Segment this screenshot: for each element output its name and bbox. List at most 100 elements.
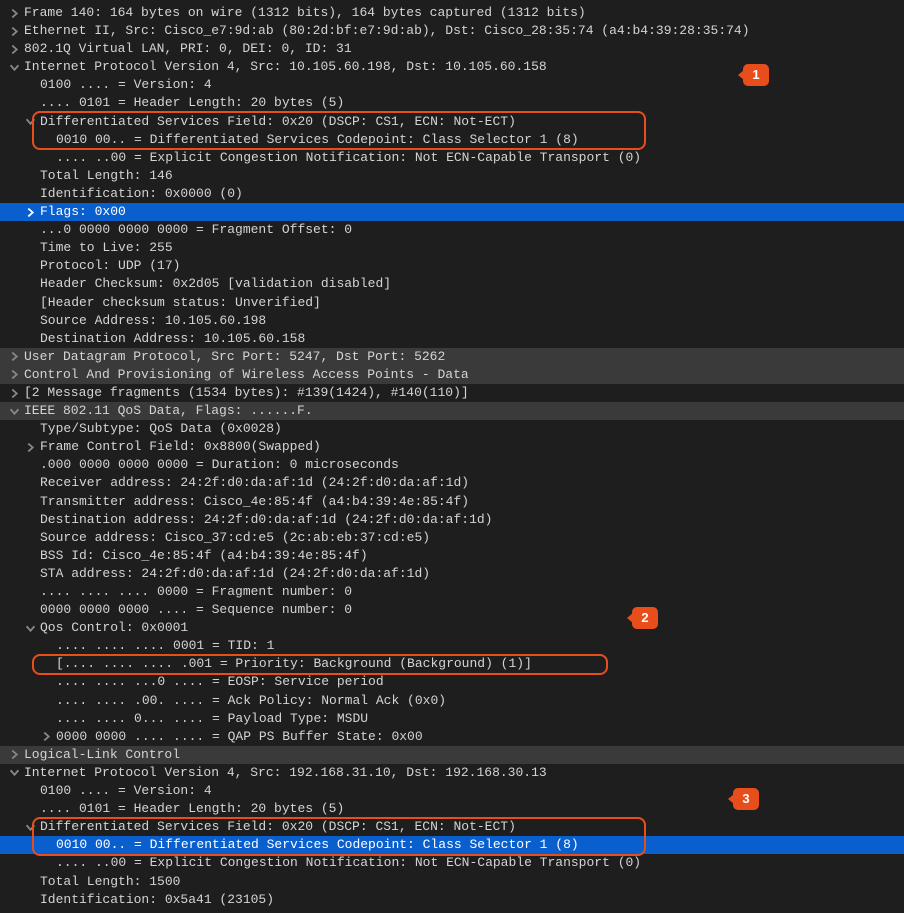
tree-row[interactable]: Frame Control Field: 0x8800(Swapped) — [0, 438, 904, 456]
tree-row[interactable]: Total Length: 1500 — [0, 873, 904, 891]
tree-row-text: Internet Protocol Version 4, Src: 10.105… — [24, 58, 547, 76]
tree-row-text: Transmitter address: Cisco_4e:85:4f (a4:… — [40, 493, 469, 511]
tree-row-text: 0100 .... = Version: 4 — [40, 76, 212, 94]
tree-row[interactable]: 0000 0000 .... .... = QAP PS Buffer Stat… — [0, 728, 904, 746]
tree-row[interactable]: .... ..00 = Explicit Congestion Notifica… — [0, 854, 904, 872]
tree-row[interactable]: Frame 140: 164 bytes on wire (1312 bits)… — [0, 4, 904, 22]
chevron-right-icon[interactable] — [40, 732, 52, 741]
chevron-right-icon[interactable] — [8, 27, 20, 36]
tree-row-text: [.... .... .... .001 = Priority: Backgro… — [56, 655, 532, 673]
tree-row-text: .... .... .00. .... = Ack Policy: Normal… — [56, 692, 446, 710]
tree-row[interactable]: Differentiated Services Field: 0x20 (DSC… — [0, 113, 904, 131]
tree-row-text: Header Checksum: 0x2d05 [validation disa… — [40, 275, 391, 293]
tree-row[interactable]: Receiver address: 24:2f:d0:da:af:1d (24:… — [0, 474, 904, 492]
tree-row[interactable]: .... .... .... 0000 = Fragment number: 0 — [0, 583, 904, 601]
tree-row[interactable]: STA address: 24:2f:d0:da:af:1d (24:2f:d0… — [0, 565, 904, 583]
tree-row-text: Differentiated Services Field: 0x20 (DSC… — [40, 818, 516, 836]
annotation-badge: 1 — [743, 64, 769, 86]
tree-row-text: Control And Provisioning of Wireless Acc… — [24, 366, 469, 384]
tree-row[interactable]: Total Length: 146 — [0, 167, 904, 185]
tree-row-text: Differentiated Services Field: 0x20 (DSC… — [40, 113, 516, 131]
tree-row[interactable]: [Header checksum status: Unverified] — [0, 294, 904, 312]
tree-row[interactable]: Identification: 0x0000 (0) — [0, 185, 904, 203]
chevron-right-icon[interactable] — [8, 352, 20, 361]
tree-row[interactable]: 0010 00.. = Differentiated Services Code… — [0, 836, 904, 854]
tree-row[interactable]: Control And Provisioning of Wireless Acc… — [0, 366, 904, 384]
tree-row[interactable]: .... ..00 = Explicit Congestion Notifica… — [0, 149, 904, 167]
chevron-down-icon[interactable] — [24, 624, 36, 633]
tree-row[interactable]: .000 0000 0000 0000 = Duration: 0 micros… — [0, 456, 904, 474]
tree-row[interactable]: Flags: 0x00 — [0, 203, 904, 221]
tree-row-text: ...0 0000 0000 0000 = Fragment Offset: 0 — [40, 221, 352, 239]
chevron-down-icon[interactable] — [24, 823, 36, 832]
tree-row-text: STA address: 24:2f:d0:da:af:1d (24:2f:d0… — [40, 565, 430, 583]
tree-row-text: Identification: 0x0000 (0) — [40, 185, 243, 203]
tree-row[interactable]: Source Address: 10.105.60.198 — [0, 312, 904, 330]
chevron-down-icon[interactable] — [8, 63, 20, 72]
tree-row[interactable]: 0010 00.. = Differentiated Services Code… — [0, 131, 904, 149]
chevron-right-icon[interactable] — [8, 389, 20, 398]
tree-row-text: Total Length: 1500 — [40, 873, 180, 891]
tree-row-text: 0000 0000 0000 .... = Sequence number: 0 — [40, 601, 352, 619]
tree-row-text: Qos Control: 0x0001 — [40, 619, 188, 637]
tree-row[interactable]: User Datagram Protocol, Src Port: 5247, … — [0, 348, 904, 366]
tree-row-text: Ethernet II, Src: Cisco_e7:9d:ab (80:2d:… — [24, 22, 750, 40]
tree-row[interactable]: .... 0101 = Header Length: 20 bytes (5) — [0, 800, 904, 818]
chevron-right-icon[interactable] — [24, 208, 36, 217]
tree-row[interactable]: Qos Control: 0x0001 — [0, 619, 904, 637]
tree-row[interactable]: .... .... .00. .... = Ack Policy: Normal… — [0, 692, 904, 710]
chevron-down-icon[interactable] — [8, 768, 20, 777]
tree-row[interactable]: IEEE 802.11 QoS Data, Flags: ......F. — [0, 402, 904, 420]
tree-row-text: Destination Address: 10.105.60.158 — [40, 330, 305, 348]
tree-row-text: 0010 00.. = Differentiated Services Code… — [56, 836, 579, 854]
tree-row[interactable]: ...0 0000 0000 0000 = Fragment Offset: 0 — [0, 221, 904, 239]
tree-row[interactable]: [.... .... .... .001 = Priority: Backgro… — [0, 655, 904, 673]
tree-row[interactable]: Time to Live: 255 — [0, 239, 904, 257]
chevron-right-icon[interactable] — [8, 9, 20, 18]
tree-row[interactable]: Internet Protocol Version 4, Src: 192.16… — [0, 764, 904, 782]
tree-row-text: .... .... .... 0000 = Fragment number: 0 — [40, 583, 352, 601]
packet-tree[interactable]: Frame 140: 164 bytes on wire (1312 bits)… — [0, 0, 904, 913]
tree-row[interactable]: Protocol: UDP (17) — [0, 257, 904, 275]
tree-row-text: Logical-Link Control — [24, 746, 180, 764]
chevron-down-icon[interactable] — [24, 117, 36, 126]
tree-row[interactable]: Transmitter address: Cisco_4e:85:4f (a4:… — [0, 493, 904, 511]
tree-row[interactable]: Type/Subtype: QoS Data (0x0028) — [0, 420, 904, 438]
chevron-right-icon[interactable] — [24, 443, 36, 452]
tree-row-text: Source Address: 10.105.60.198 — [40, 312, 266, 330]
tree-row-text: .... .... .... 0001 = TID: 1 — [56, 637, 274, 655]
tree-row-text: Frame 140: 164 bytes on wire (1312 bits)… — [24, 4, 586, 22]
tree-row[interactable]: 802.1Q Virtual LAN, PRI: 0, DEI: 0, ID: … — [0, 40, 904, 58]
tree-row[interactable]: Destination address: 24:2f:d0:da:af:1d (… — [0, 511, 904, 529]
annotation-badge: 2 — [632, 607, 658, 629]
tree-row[interactable]: Source address: Cisco_37:cd:e5 (2c:ab:eb… — [0, 529, 904, 547]
annotation-badge: 3 — [733, 788, 759, 810]
tree-row-text: Internet Protocol Version 4, Src: 192.16… — [24, 764, 547, 782]
tree-row[interactable]: Destination Address: 10.105.60.158 — [0, 330, 904, 348]
tree-row-text: Flags: 0x00 — [40, 203, 126, 221]
tree-row[interactable]: .... .... 0... .... = Payload Type: MSDU — [0, 710, 904, 728]
tree-row[interactable]: 0000 0000 0000 .... = Sequence number: 0 — [0, 601, 904, 619]
tree-row-text: .000 0000 0000 0000 = Duration: 0 micros… — [40, 456, 399, 474]
tree-row-text: Destination address: 24:2f:d0:da:af:1d (… — [40, 511, 492, 529]
tree-row-text: Protocol: UDP (17) — [40, 257, 180, 275]
chevron-right-icon[interactable] — [8, 750, 20, 759]
chevron-right-icon[interactable] — [8, 370, 20, 379]
tree-row[interactable]: [2 Message fragments (1534 bytes): #139(… — [0, 384, 904, 402]
tree-row[interactable]: BSS Id: Cisco_4e:85:4f (a4:b4:39:4e:85:4… — [0, 547, 904, 565]
tree-row-text: [Header checksum status: Unverified] — [40, 294, 321, 312]
tree-row[interactable]: Identification: 0x5a41 (23105) — [0, 891, 904, 909]
tree-row[interactable]: Ethernet II, Src: Cisco_e7:9d:ab (80:2d:… — [0, 22, 904, 40]
tree-row-text: Type/Subtype: QoS Data (0x0028) — [40, 420, 282, 438]
tree-row[interactable]: .... .... .... 0001 = TID: 1 — [0, 637, 904, 655]
tree-row[interactable]: .... 0101 = Header Length: 20 bytes (5) — [0, 94, 904, 112]
tree-row[interactable]: 0100 .... = Version: 4 — [0, 782, 904, 800]
tree-row-text: 802.1Q Virtual LAN, PRI: 0, DEI: 0, ID: … — [24, 40, 352, 58]
chevron-down-icon[interactable] — [8, 407, 20, 416]
tree-row[interactable]: Differentiated Services Field: 0x20 (DSC… — [0, 818, 904, 836]
chevron-right-icon[interactable] — [8, 45, 20, 54]
tree-row[interactable]: .... .... ...0 .... = EOSP: Service peri… — [0, 673, 904, 691]
tree-row[interactable]: Logical-Link Control — [0, 746, 904, 764]
tree-row-text: .... 0101 = Header Length: 20 bytes (5) — [40, 94, 344, 112]
tree-row[interactable]: Header Checksum: 0x2d05 [validation disa… — [0, 275, 904, 293]
